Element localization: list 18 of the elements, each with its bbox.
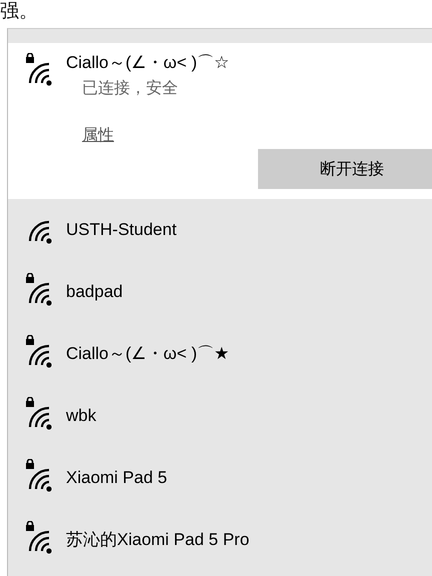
network-item[interactable]: badpad — [8, 261, 432, 323]
network-name: Xiaomi Pad 5 — [66, 467, 168, 489]
selected-network-panel[interactable]: Ciallo～(∠・ω< )⌒☆ 已连接，安全 属性 断开连接 — [8, 43, 432, 199]
connection-status: 已连接，安全 — [82, 79, 178, 99]
network-name: USTH-Student — [66, 219, 177, 241]
network-name: 苏沁的Xiaomi Pad 5 Pro — [66, 529, 250, 551]
network-name: Ciallo～(∠・ω< )⌒★ — [66, 343, 230, 365]
network-name: Ciallo～(∠・ω< )⌒☆ — [66, 52, 230, 74]
network-item[interactable]: 苏沁的Xiaomi Pad 5 Pro — [8, 509, 432, 571]
network-item[interactable]: wbk — [8, 385, 432, 447]
network-item[interactable]: Ciallo～(∠・ω< )⌒★ — [8, 323, 432, 385]
network-name: badpad — [66, 281, 123, 303]
document-text: 强。 — [0, 0, 39, 24]
disconnect-button[interactable]: 断开连接 — [258, 149, 432, 189]
network-name: wbk — [66, 405, 96, 427]
network-item[interactable]: USTH-Student — [8, 199, 432, 261]
network-item[interactable]: Xiaomi Pad 5 — [8, 447, 432, 509]
properties-link[interactable]: 属性 — [82, 125, 114, 146]
